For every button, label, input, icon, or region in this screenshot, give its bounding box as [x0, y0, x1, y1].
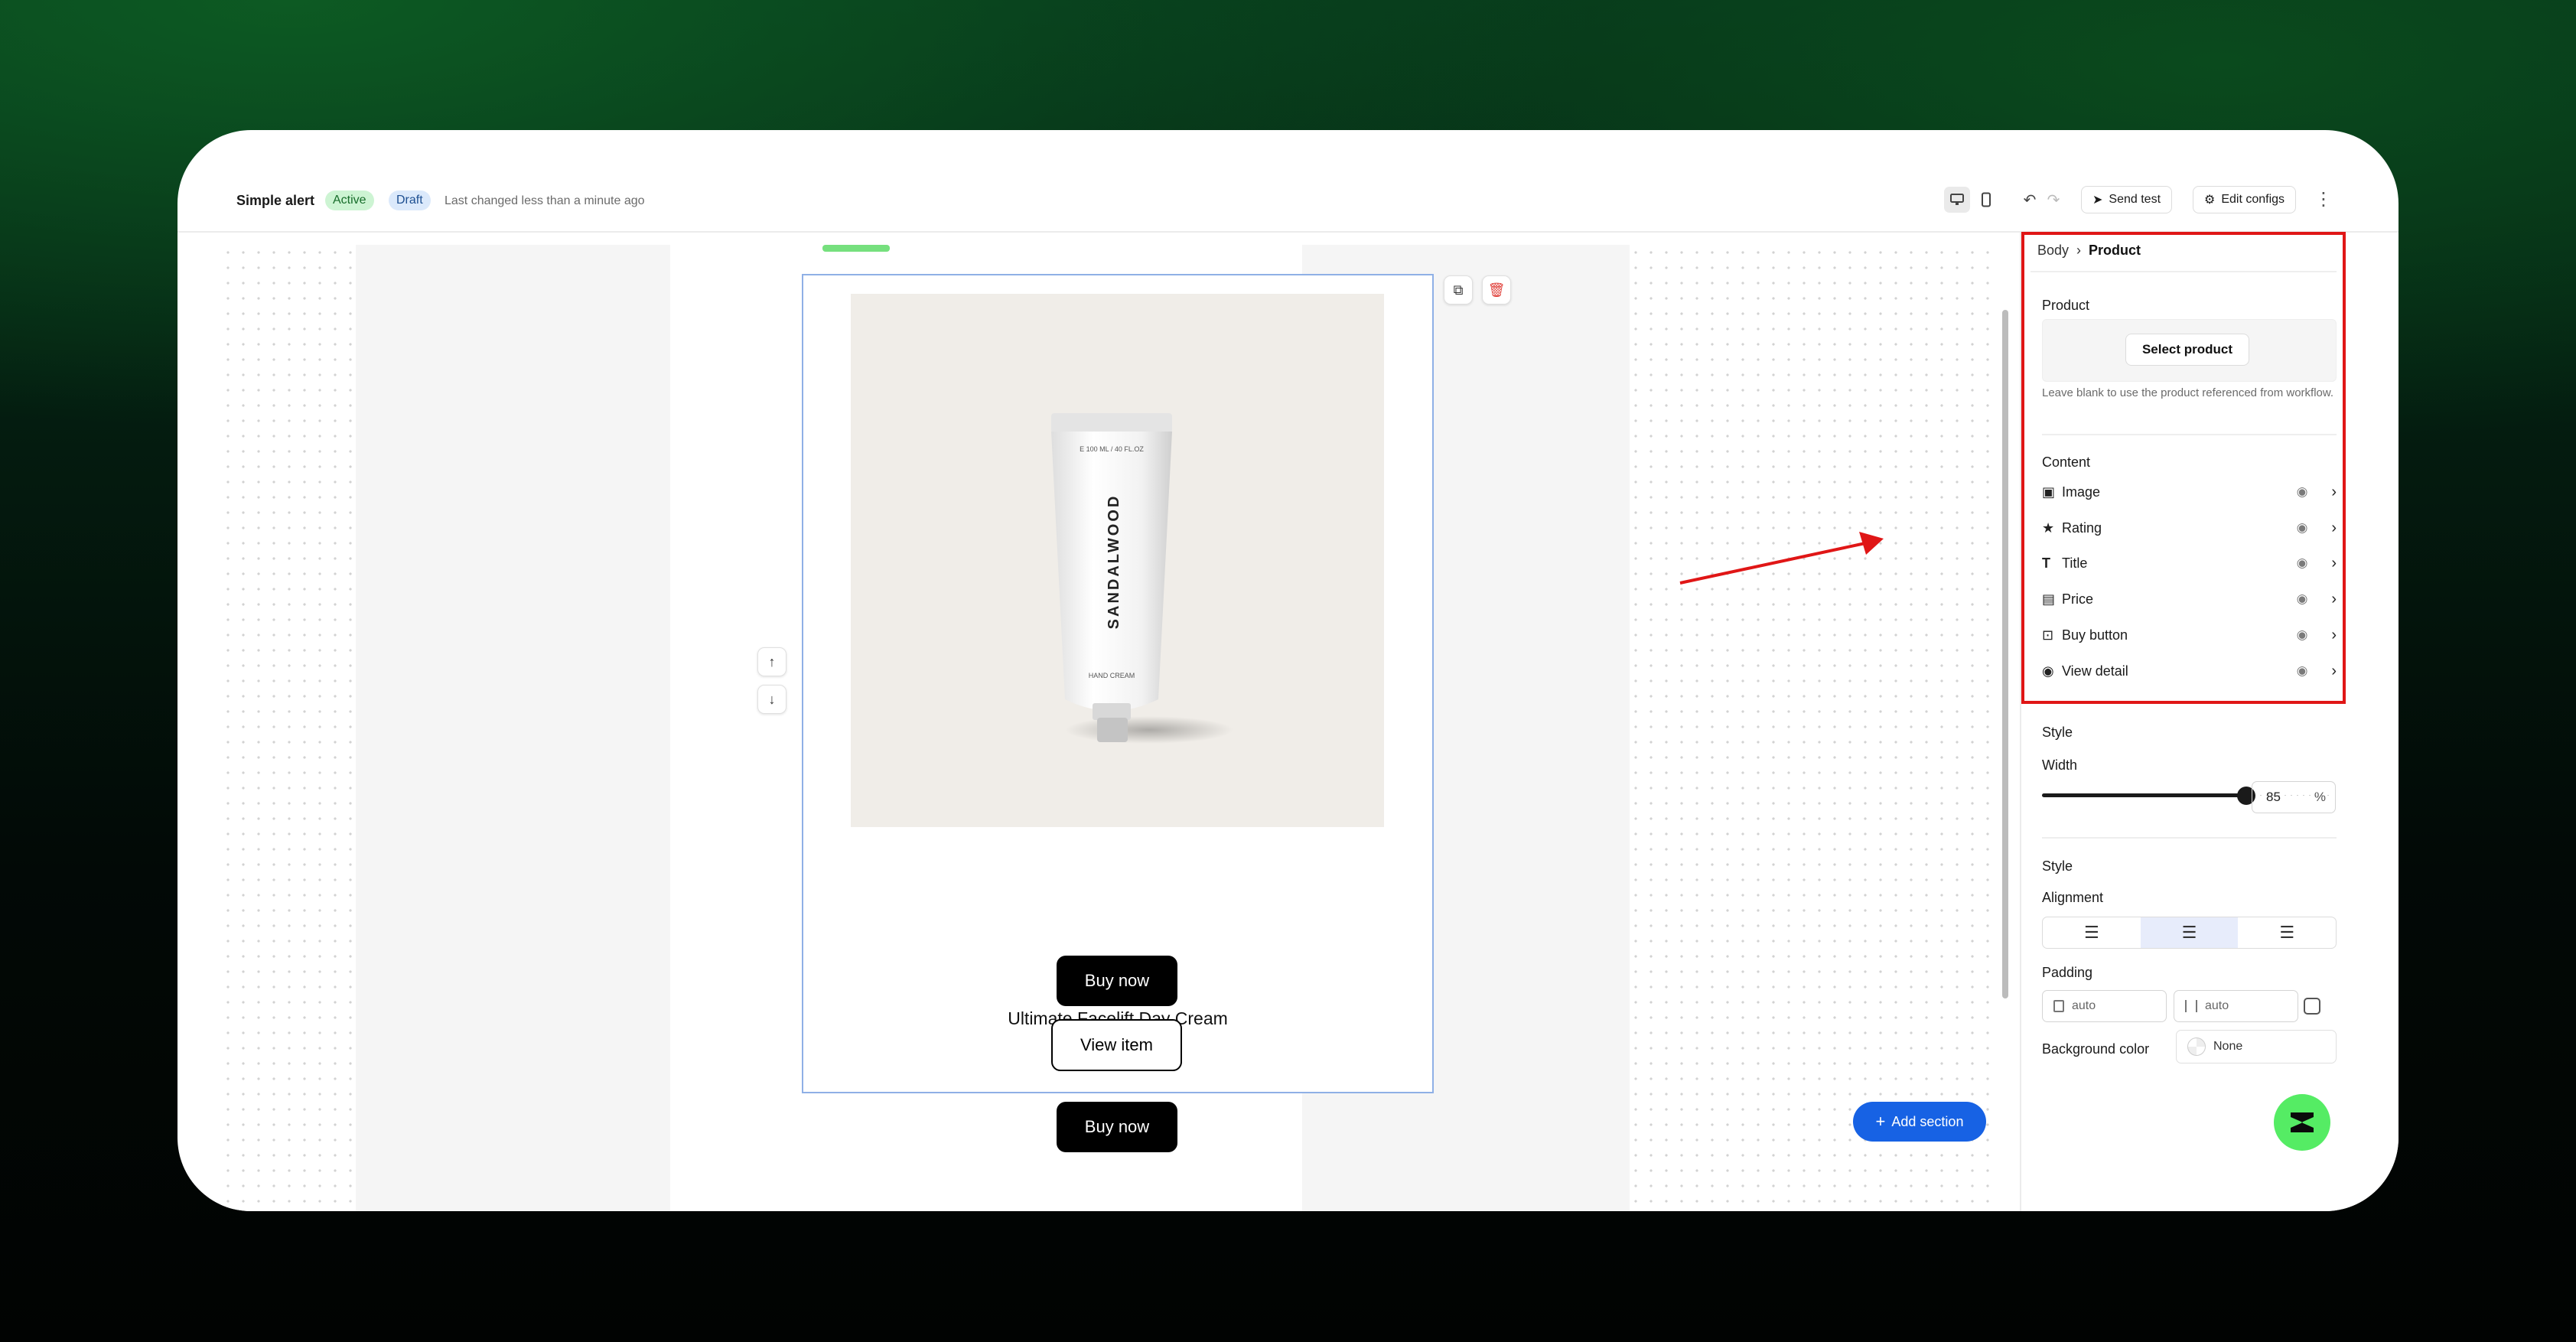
canvas-scrollbar[interactable] [2002, 310, 2008, 998]
content-item-rating[interactable]: ★ Rating ◉ › [2042, 515, 2337, 541]
background-color-label: Background color [2042, 1041, 2150, 1057]
buy-now-button-secondary[interactable]: Buy now [1057, 1102, 1177, 1152]
content-item-title[interactable]: T Title ◉ › [2042, 550, 2337, 576]
undo-icon[interactable]: ↶ [2017, 187, 2043, 213]
annotation-arrow [1679, 532, 1884, 585]
breadcrumb-body[interactable]: Body [2037, 243, 2069, 259]
status-badge-active: Active [325, 191, 374, 210]
tube-type-text: HAND CREAM [1089, 672, 1135, 679]
tube-brand-text: SANDALWOOD [1106, 494, 1122, 630]
alignment-label: Alignment [2042, 890, 2104, 905]
breadcrumb-product: Product [2089, 243, 2141, 258]
content-item-price[interactable]: ▤ Price ◉ › [2042, 586, 2337, 612]
content-item-view-detail[interactable]: ◉ View detail ◉ › [2042, 658, 2337, 684]
breadcrumb: Body › Product [2037, 243, 2141, 259]
background-color-picker[interactable]: None [2176, 1030, 2337, 1064]
delete-icon[interactable]: 🗑 [1482, 275, 1511, 305]
image-icon: ▣ [2042, 484, 2056, 500]
product-image[interactable]: E 100 ML / 40 FL.OZ SANDALWOOD HAND CREA… [851, 294, 1384, 827]
alignment-toggle-group: ☰ ☰ ☰ [2042, 917, 2337, 949]
star-icon: ★ [2042, 520, 2055, 536]
top-bar: Simple alert Active Draft Last changed l… [177, 130, 2399, 233]
last-changed-text: Last changed less than a minute ago [445, 194, 645, 207]
add-section-button[interactable]: + Add section [1853, 1102, 1986, 1142]
divider [2042, 434, 2337, 435]
width-label: Width [2042, 757, 2078, 773]
visibility-eye-icon[interactable]: ◉ [2291, 627, 2314, 643]
content-item-image[interactable]: ▣ Image ◉ › [2042, 479, 2337, 505]
duplicate-icon[interactable]: ⧉ [1444, 275, 1473, 305]
divider [2031, 271, 2337, 272]
select-product-button[interactable]: Select product [2125, 334, 2249, 366]
move-up-icon[interactable]: ↑ [757, 647, 786, 676]
padding-link-icon[interactable] [2304, 998, 2320, 1015]
chevron-right-icon[interactable]: › [2314, 591, 2337, 608]
price-tag-icon: ▤ [2042, 591, 2056, 607]
content-section-label: Content [2042, 454, 2091, 470]
width-input[interactable]: 85 % [2252, 781, 2336, 813]
chevron-right-icon[interactable]: › [2314, 555, 2337, 572]
chevron-right-icon[interactable]: › [2314, 520, 2337, 537]
width-slider-fill[interactable] [2042, 793, 2245, 797]
product-section-label: Product [2042, 298, 2090, 313]
align-center-icon[interactable]: ☰ [2140, 917, 2239, 948]
view-item-button[interactable]: View item [1051, 1019, 1182, 1071]
move-down-icon[interactable]: ↓ [757, 685, 786, 714]
padding-horizontal-icon [2185, 1000, 2197, 1012]
product-hint-text: Leave blank to use the product reference… [2042, 386, 2334, 399]
edit-configs-button[interactable]: ⚙ Edit configs [2193, 186, 2297, 213]
text-icon: T [2042, 555, 2050, 571]
padding-horizontal-input[interactable]: auto [2174, 990, 2298, 1022]
padding-vertical-icon [2053, 1000, 2064, 1012]
previous-section-indicator [822, 245, 890, 252]
status-badge-draft: Draft [389, 191, 431, 210]
style-section-label-2: Style [2042, 858, 2073, 874]
chevron-right-icon[interactable]: › [2314, 484, 2337, 501]
mobile-view-icon[interactable] [1973, 187, 1999, 213]
more-options-icon[interactable]: ⋮ [2314, 187, 2333, 213]
cart-icon: ⊡ [2042, 627, 2054, 643]
visibility-eye-icon[interactable]: ◉ [2291, 520, 2314, 536]
chevron-right-icon[interactable]: › [2314, 663, 2337, 680]
buy-now-button[interactable]: Buy now [1057, 956, 1177, 1006]
align-left-icon[interactable]: ☰ [2043, 917, 2141, 948]
send-test-button[interactable]: ➤ Send test [2081, 186, 2173, 213]
plus-icon: + [1875, 1112, 1886, 1131]
content-item-buy-button[interactable]: ⊡ Buy button ◉ › [2042, 622, 2337, 648]
padding-label: Padding [2042, 965, 2093, 980]
align-right-icon[interactable]: ☰ [2238, 917, 2336, 948]
tube-volume-text: E 100 ML / 40 FL.OZ [1080, 445, 1144, 453]
visibility-eye-icon[interactable]: ◉ [2291, 591, 2314, 607]
transparent-swatch-icon [2187, 1037, 2206, 1056]
padding-vertical-input[interactable]: auto [2042, 990, 2167, 1022]
visibility-eye-icon[interactable]: ◉ [2291, 555, 2314, 571]
brand-logo-icon[interactable] [2274, 1094, 2330, 1151]
gear-icon: ⚙ [2204, 194, 2216, 207]
style-section-label: Style [2042, 725, 2073, 740]
chevron-right-icon: › [2076, 243, 2082, 258]
alert-title: Simple alert [236, 193, 315, 208]
send-icon: ➤ [2092, 194, 2103, 207]
visibility-eye-icon[interactable]: ◉ [2291, 484, 2314, 500]
chevron-right-icon[interactable]: › [2314, 627, 2337, 644]
divider [2042, 837, 2337, 839]
desktop-view-icon[interactable] [1944, 187, 1970, 213]
visibility-eye-icon[interactable]: ◉ [2291, 663, 2314, 679]
redo-icon[interactable]: ↷ [2040, 187, 2066, 213]
eye-icon: ◉ [2042, 663, 2054, 679]
app-window: Simple alert Active Draft Last changed l… [177, 130, 2399, 1211]
